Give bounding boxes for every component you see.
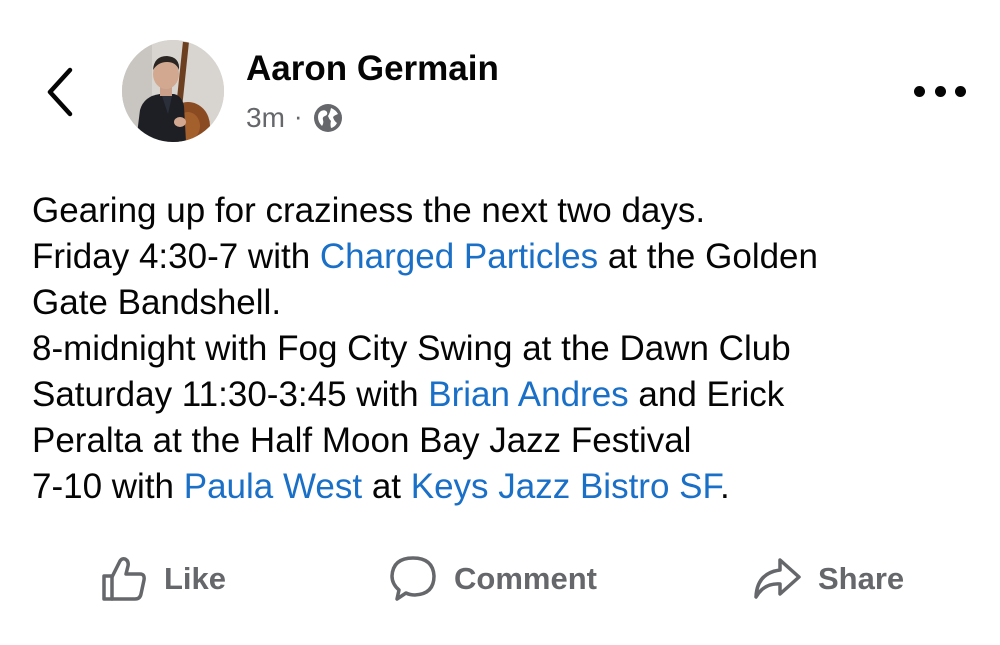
post-text-line: Gate Bandshell. <box>32 280 972 326</box>
author-name[interactable]: Aaron Germain <box>246 48 499 90</box>
post-link[interactable]: Brian Andres <box>428 375 628 414</box>
more-horizontal-icon <box>934 85 946 97</box>
like-button[interactable]: Like <box>100 548 226 610</box>
meta-separator: · <box>293 101 303 131</box>
comment-label: Comment <box>454 561 597 596</box>
like-label: Like <box>164 561 227 596</box>
comment-button[interactable]: Comment <box>388 548 597 610</box>
share-label: Share <box>818 561 905 596</box>
chevron-left-icon <box>47 67 73 117</box>
avatar-photo <box>122 40 224 142</box>
more-horizontal-icon <box>914 85 925 97</box>
action-bar: Like Comment Share <box>0 548 1000 610</box>
post-text-line: Friday 4:30-7 with Charged Particles at … <box>32 234 972 280</box>
post-text-line: Gearing up for craziness the next two da… <box>32 188 972 234</box>
post-link[interactable]: Paula West <box>184 467 362 506</box>
post-text-segment: Saturday 11:30-3:45 with <box>32 375 429 414</box>
post-text-segment: at <box>362 467 411 506</box>
share-button[interactable]: Share <box>752 548 904 610</box>
back-button[interactable] <box>40 64 80 120</box>
post-text-segment: at the Golden <box>598 237 818 276</box>
post-link[interactable]: Charged Particles <box>320 237 598 276</box>
timestamp[interactable]: 3m <box>246 100 285 136</box>
post-link[interactable]: Keys Jazz Bistro SF <box>411 467 720 506</box>
post-text: Gearing up for craziness the next two da… <box>32 188 972 510</box>
post-text-segment: and Erick <box>628 375 785 414</box>
post-text-segment: 8-midnight with Fog City Swing at the Da… <box>32 329 791 368</box>
comment-bubble-icon <box>390 556 436 601</box>
post-text-line: 8-midnight with Fog City Swing at the Da… <box>32 326 972 372</box>
globe-icon[interactable] <box>312 102 344 134</box>
post-text-segment: . <box>720 467 730 506</box>
share-arrow-icon <box>754 558 801 599</box>
post-text-segment: Peralta at the Half Moon Bay Jazz Festiv… <box>32 421 692 460</box>
post-text-segment: Gearing up for craziness the next two da… <box>32 191 706 230</box>
post-text-segment: Gate Bandshell. <box>32 283 282 322</box>
post-text-line: 7-10 with Paula West at Keys Jazz Bistro… <box>32 464 972 510</box>
avatar[interactable] <box>122 40 224 142</box>
post-meta: 3m · <box>246 98 344 138</box>
more-options-button[interactable] <box>914 74 966 108</box>
post-text-segment: 7-10 with <box>32 467 184 506</box>
post-text-line: Saturday 11:30-3:45 with Brian Andres an… <box>32 372 972 418</box>
post-text-segment: Friday 4:30-7 with <box>32 237 320 276</box>
more-horizontal-icon <box>955 85 966 97</box>
post-text-line: Peralta at the Half Moon Bay Jazz Festiv… <box>32 418 972 464</box>
thumbs-up-icon <box>102 557 146 601</box>
